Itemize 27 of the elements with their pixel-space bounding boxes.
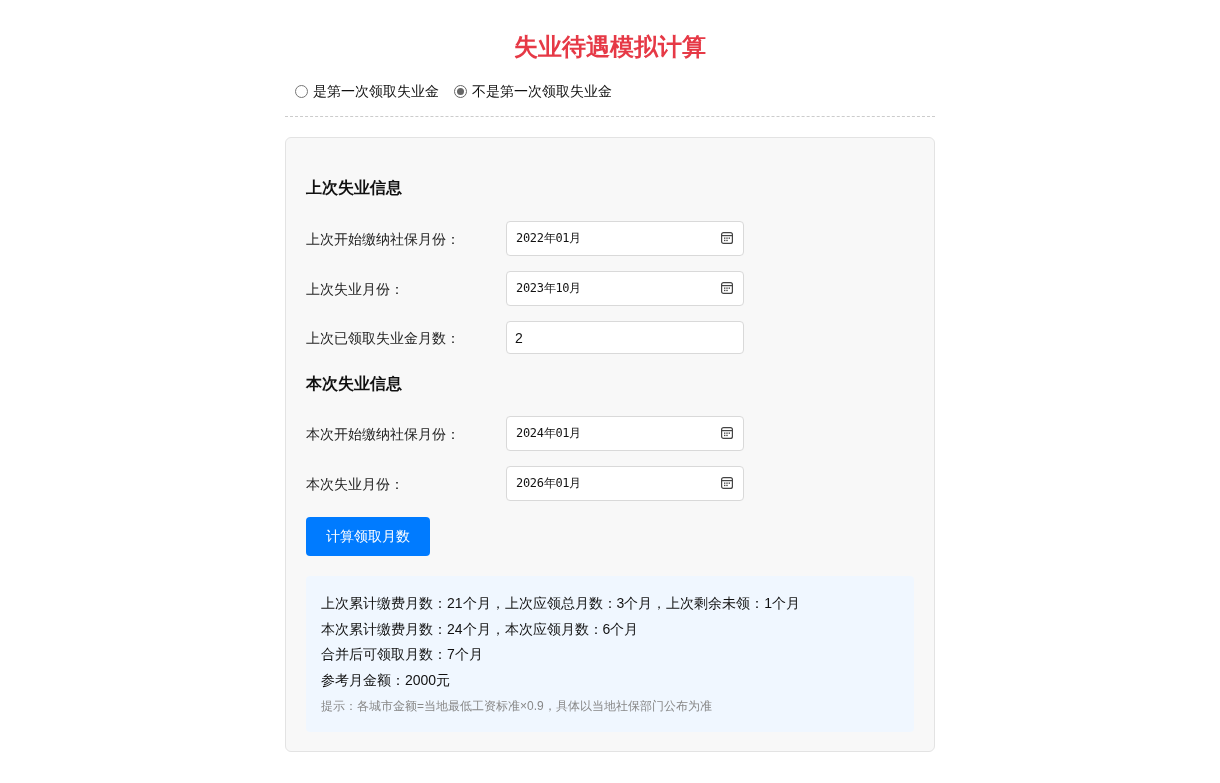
number-field[interactable]: 2 [506, 321, 744, 354]
page-title: 失业待遇模拟计算 [514, 32, 706, 62]
radio-label[interactable]: 不是第一次领取失业金 [472, 81, 612, 101]
month-field[interactable]: 2023年10月 [506, 271, 744, 306]
section-heading: 本次失业信息 [306, 374, 403, 394]
result-text: 本次累计缴费月数：24个月，本次应领月数：6个月 [321, 619, 640, 639]
calendar-icon[interactable] [721, 282, 733, 294]
month-field[interactable]: 2024年01月 [506, 416, 744, 451]
radio-label[interactable]: 是第一次领取失业金 [313, 81, 439, 101]
field-label: 本次失业月份： [306, 474, 405, 494]
field-label: 本次开始缴纳社保月份： [306, 424, 461, 444]
hint-text: 提示：各城市金额=当地最低工资标准×0.9，具体以当地社保部门公布为准 [321, 698, 713, 715]
result-text: 上次累计缴费月数：21个月，上次应领总月数：3个月，上次剩余未领：1个月 [321, 594, 802, 613]
radio-button[interactable] [295, 84, 308, 98]
field-label: 上次已领取失业金月数： [306, 328, 461, 348]
radio-button[interactable] [454, 84, 467, 98]
field-label: 上次失业月份： [306, 279, 405, 299]
calendar-icon[interactable] [721, 477, 733, 489]
result-text: 合并后可领取月数：7个月 [321, 645, 484, 664]
month-field[interactable]: 2026年01月 [506, 466, 744, 501]
month-field[interactable]: 2022年01月 [506, 221, 744, 256]
calculate-button[interactable]: 计算领取月数 [306, 517, 430, 556]
calendar-icon[interactable] [721, 232, 733, 244]
field-label: 上次开始缴纳社保月份： [306, 229, 461, 249]
section-heading: 上次失业信息 [306, 178, 403, 198]
calendar-icon[interactable] [721, 427, 733, 439]
result-text: 参考月金额：2000元 [321, 670, 452, 690]
